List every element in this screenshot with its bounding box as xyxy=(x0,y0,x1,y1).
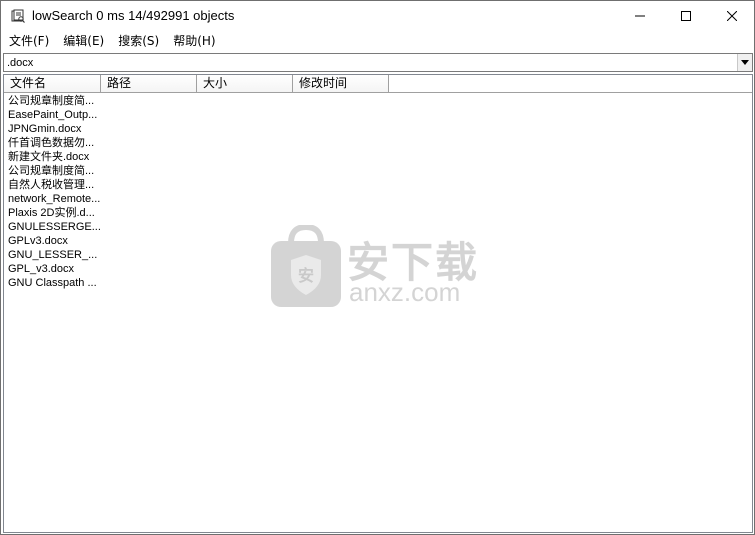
list-item[interactable]: GPL_v3.docx xyxy=(4,262,100,276)
menu-edit[interactable]: 编辑(E) xyxy=(56,31,111,51)
chevron-down-icon xyxy=(741,60,749,65)
app-window: lowSearch 0 ms 14/492991 objects 文件(F) 编… xyxy=(0,0,755,535)
list-item[interactable]: 公司规章制度简... xyxy=(4,164,100,178)
watermark-en-text: anxz.com xyxy=(349,277,461,307)
app-icon xyxy=(11,9,25,23)
list-item[interactable]: 仟首调色数据勿... xyxy=(4,136,100,150)
list-item[interactable]: GNU Classpath ... xyxy=(4,276,100,290)
list-item[interactable]: EasePaint_Outp... xyxy=(4,108,100,122)
list-item[interactable]: GPLv3.docx xyxy=(4,234,100,248)
column-header-size[interactable]: 大小 xyxy=(197,75,293,92)
shield-bag-icon: 安 xyxy=(271,225,341,307)
search-dropdown-button[interactable] xyxy=(737,54,752,71)
maximize-icon xyxy=(681,11,691,21)
svg-text:安: 安 xyxy=(298,266,314,285)
title-bar[interactable]: lowSearch 0 ms 14/492991 objects xyxy=(1,1,754,31)
list-item[interactable]: network_Remote... xyxy=(4,192,100,206)
close-button[interactable] xyxy=(709,1,755,31)
search-combobox[interactable] xyxy=(3,53,753,72)
search-input[interactable] xyxy=(4,54,736,71)
column-header-name[interactable]: 文件名 xyxy=(4,75,101,92)
column-header-path[interactable]: 路径 xyxy=(101,75,197,92)
close-icon xyxy=(727,11,737,21)
list-item[interactable]: Plaxis 2D实例.d... xyxy=(4,206,100,220)
list-item[interactable]: GNU_LESSER_... xyxy=(4,248,100,262)
list-item[interactable]: 公司规章制度简... xyxy=(4,94,100,108)
minimize-button[interactable] xyxy=(617,1,663,31)
list-header: 文件名 路径 大小 修改时间 xyxy=(4,75,752,93)
menu-file[interactable]: 文件(F) xyxy=(2,31,56,51)
list-item[interactable]: GNULESSERGE... xyxy=(4,220,100,234)
minimize-icon xyxy=(635,15,645,17)
window-title: lowSearch 0 ms 14/492991 objects xyxy=(32,8,235,23)
column-header-modified[interactable]: 修改时间 xyxy=(293,75,389,92)
watermark: 安 安下载 anxz.com xyxy=(269,225,489,309)
list-item[interactable]: 新建文件夹.docx xyxy=(4,150,100,164)
maximize-button[interactable] xyxy=(663,1,709,31)
menu-help[interactable]: 帮助(H) xyxy=(166,31,222,51)
list-item[interactable]: JPNGmin.docx xyxy=(4,122,100,136)
menu-search[interactable]: 搜索(S) xyxy=(111,31,166,51)
menu-bar: 文件(F) 编辑(E) 搜索(S) 帮助(H) xyxy=(1,31,754,51)
list-item[interactable]: 自然人税收管理... xyxy=(4,178,100,192)
